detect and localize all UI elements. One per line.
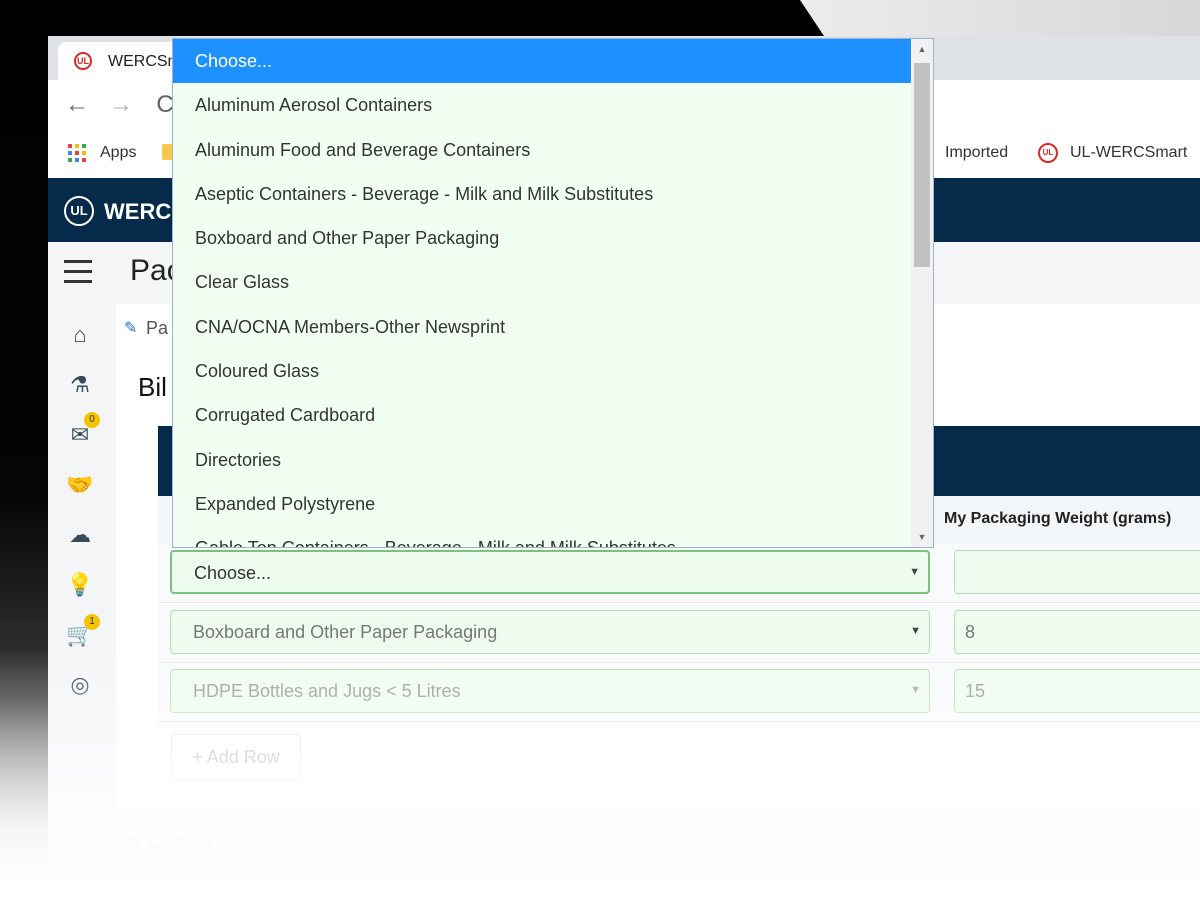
footer-ghost-label: ✎ CONER [128,832,214,852]
chevron-down-icon: ▼ [909,566,920,578]
material-select[interactable]: HDPE Bottles and Jugs < 5 Litres ▼ [170,669,930,713]
dropdown-options: Choose... Aluminum Aerosol Containers Al… [173,39,911,547]
ul-logo-icon: UL [74,52,92,70]
dropdown-scrollbar[interactable]: ▲ ▼ [911,39,933,547]
dropdown-option[interactable]: Directories [173,438,911,482]
dropdown-option[interactable]: Corrugated Cardboard [173,393,911,437]
material-dropdown-list[interactable]: Choose... Aluminum Aerosol Containers Al… [172,38,934,548]
bookmark-imported[interactable]: Imported [945,144,1008,162]
menu-icon[interactable] [64,260,92,284]
dropdown-option[interactable]: Aluminum Aerosol Containers [173,83,911,127]
chevron-down-icon: ▼ [910,625,921,637]
column-header-weight: My Packaging Weight (grams) [944,510,1172,527]
chevron-down-icon: ▼ [910,684,921,696]
dropdown-option[interactable]: Aluminum Food and Beverage Containers [173,128,911,172]
table-row: HDPE Bottles and Jugs < 5 Litres ▼ 15 [158,663,1200,722]
material-select[interactable]: Boxboard and Other Paper Packaging ▼ [170,610,930,654]
material-select-value: Choose... [194,563,272,583]
weight-value: 15 [965,681,986,701]
material-select-value: Boxboard and Other Paper Packaging [193,622,498,642]
weight-value: 8 [965,622,976,642]
lifebuoy-icon[interactable]: ◎ [62,670,98,700]
add-row-button[interactable]: + Add Row [171,734,301,780]
breadcrumb-label[interactable]: Pa [146,318,168,339]
flask-icon[interactable]: ⚗ [62,370,98,400]
pencil-icon: ✎ [124,320,138,337]
handshake-icon[interactable]: 🤝 [62,470,98,500]
dropdown-option[interactable]: Gable Top Containers - Beverage - Milk a… [173,526,911,547]
cloud-download-icon[interactable]: ☁ [62,520,98,550]
table-row: Choose... ▼ [158,544,1200,603]
bezel-highlight [800,0,1200,36]
dropdown-option[interactable]: Expanded Polystyrene [173,482,911,526]
scroll-up-icon[interactable]: ▲ [911,39,933,59]
apps-grid-icon [68,144,86,162]
dropdown-option[interactable]: Choose... [173,39,911,84]
section-title: Bil [138,372,167,402]
dropdown-option[interactable]: Coloured Glass [173,349,911,393]
ul-logo-icon: UL [1038,143,1058,163]
home-icon[interactable]: ⌂ [62,320,98,350]
cart-badge: 1 [84,614,100,630]
sidebar: ⌂ ⚗ ✉ 0 🤝 ☁ 💡 🛒 1 ◎ [48,242,112,900]
scroll-down-icon[interactable]: ▼ [911,527,933,547]
tab-title: WERCSm [108,53,181,70]
weight-input[interactable] [954,550,1200,594]
dropdown-option[interactable]: Clear Glass [173,260,911,304]
material-select[interactable]: Choose... ▼ [170,550,930,594]
table-row: Boxboard and Other Paper Packaging ▼ 8 [158,604,1200,663]
lightbulb-icon[interactable]: 💡 [62,570,98,600]
forward-arrow-icon[interactable]: → [106,90,136,120]
dropdown-option[interactable]: CNA/OCNA Members-Other Newsprint [173,305,911,349]
dropdown-option[interactable]: Boxboard and Other Paper Packaging [173,216,911,260]
bookmark-apps[interactable]: Apps [100,144,136,162]
weight-input[interactable]: 15 [954,669,1200,713]
dropdown-option[interactable]: Aseptic Containers - Beverage - Milk and… [173,172,911,216]
bookmark-ul-wercsmart[interactable]: UL-WERCSmart [1070,144,1187,162]
ul-logo-icon: UL [64,196,94,226]
scrollbar-thumb[interactable] [914,63,930,267]
weight-input[interactable]: 8 [954,610,1200,654]
material-select-value: HDPE Bottles and Jugs < 5 Litres [193,681,461,701]
mail-badge: 0 [84,412,100,428]
back-arrow-icon[interactable]: ← [62,90,92,120]
